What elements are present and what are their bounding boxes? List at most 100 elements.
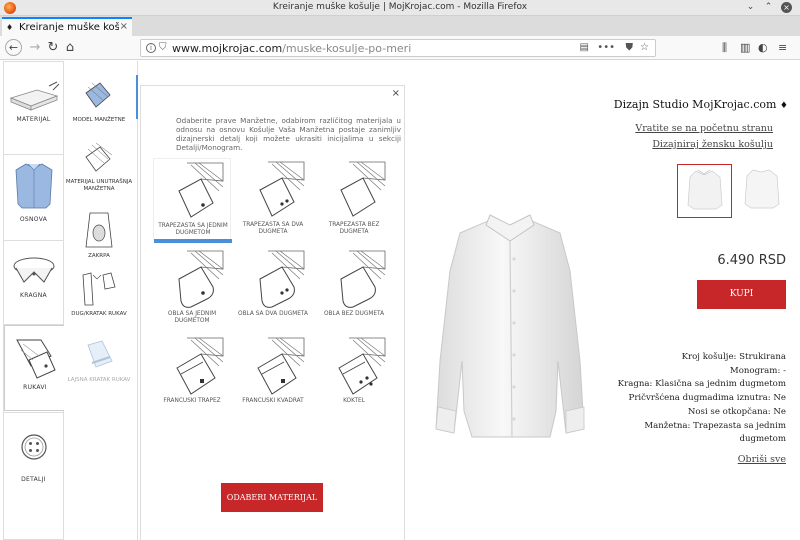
short-sleeve-trim-icon (87, 340, 113, 368)
tab-label: Kreiranje muške koš (19, 22, 119, 33)
info-icon[interactable]: i (146, 43, 156, 53)
home-button[interactable]: ⌂ (62, 40, 78, 56)
cuff-option[interactable]: FRANCUSKI KVADRAT (234, 334, 312, 416)
site-favicon-icon: ♦ (6, 23, 14, 32)
tab-active[interactable]: ♦ Kreiranje muške koš × (2, 17, 132, 36)
sidebar-toggle-icon[interactable]: ▥ (740, 41, 750, 54)
reader-view-icon[interactable]: ▤ (580, 42, 589, 53)
forward-button[interactable]: → (27, 40, 43, 56)
thumbnail-front[interactable] (677, 164, 732, 218)
subitem-sleeve-length[interactable]: DUG/KRATAK RUKAV (64, 271, 134, 318)
back-button[interactable]: ← (5, 39, 22, 56)
minimize-icon[interactable]: ⌄ (745, 2, 756, 13)
cuff-option[interactable]: TRAPEZASTA SA DVA DUGMETA (234, 158, 312, 240)
buy-button[interactable]: KUPI (697, 280, 786, 309)
spec-line: Kragna: Klasična sa jednim dugmetom (617, 379, 786, 390)
category-label: KRAGNA (20, 292, 47, 299)
cuff-option-label: FRANCUSKI KVADRAT (242, 398, 304, 404)
cuff-icon (259, 161, 305, 217)
cuff-icon (257, 337, 305, 395)
scrollbar-thumb[interactable] (136, 75, 138, 119)
women-shirt-link[interactable]: Dizajniraj žensku košulju (652, 139, 773, 150)
cuff-icon (178, 250, 224, 308)
cuff-option[interactable]: FRANCUSKI TRAPEZ (153, 334, 231, 416)
subitem-inner-cuff-fabric[interactable]: MATERIJAL UNUTRAŠNJA MANŽETNA (64, 141, 134, 193)
panel-close-icon[interactable]: × (392, 88, 400, 99)
button-icon (20, 434, 47, 460)
maximize-icon[interactable]: ⌃ (763, 2, 774, 13)
thumbnail-back[interactable] (735, 164, 790, 218)
reload-button[interactable]: ↻ (45, 40, 61, 56)
collar-icon (13, 257, 54, 283)
category-sidebar: MATERIJAL OSNOVA KRAGNA RUKAVI DETALJI (3, 61, 65, 540)
cuff-options-panel: × Odaberite prave Manžetne, odabirom raz… (140, 85, 405, 540)
url-text[interactable]: www.mojkrojac.com/muske-kosulje-po-meri (172, 42, 411, 55)
subitem-cuff-model[interactable]: MODEL MANŽETNE (64, 79, 134, 124)
extension-icon[interactable]: ◐ (758, 41, 768, 54)
cuff-icon (338, 337, 386, 395)
cuff-option-label: OBLA SA JEDNIM DUGMETOM (167, 311, 217, 324)
category-base[interactable]: OSNOVA (4, 160, 63, 232)
spec-line: Manžetna: Trapezasta sa jednim (644, 420, 786, 431)
subitem-label: DUG/KRATAK RUKAV (71, 311, 127, 317)
diamond-logo-icon: ♦ (779, 101, 788, 111)
spec-line: Nosi se otkopčana: Ne (687, 406, 786, 417)
spec-line: dugmetom (739, 434, 786, 445)
shirt-front-thumbnail-icon (687, 169, 723, 210)
page-content: MATERIJAL OSNOVA KRAGNA RUKAVI DETALJI M… (0, 61, 800, 540)
shirt-back-thumbnail-icon (744, 169, 780, 209)
subitem-label: ZAKRPA (88, 253, 110, 259)
cuff-icon (176, 337, 224, 395)
subitem-label: MATERIJAL UNUTRAŠNJA MANŽETNA (65, 179, 133, 192)
category-sleeves[interactable]: RUKAVI (4, 325, 65, 411)
cuff-option-label: TRAPEZASTA SA DVA DUGMETA (242, 222, 304, 235)
panel-description: Odaberite prave Manžetne, odabirom razli… (176, 116, 401, 152)
tab-bar: ♦ Kreiranje muške koš × + (0, 16, 800, 50)
pocket-icon[interactable]: ⛊ (626, 42, 634, 53)
category-collar[interactable]: KRAGNA (4, 252, 63, 312)
tab-close-icon[interactable]: × (120, 21, 128, 32)
divider (4, 412, 63, 413)
cuff-option[interactable]: OBLA SA DVA DUGMETA (234, 247, 312, 329)
url-bar[interactable]: i ⛉ www.mojkrojac.com/muske-kosulje-po-m… (140, 39, 656, 57)
cuff-option-label: OBLA BEZ DUGMETA (323, 311, 385, 317)
cuff-option[interactable]: OBLA SA JEDNIM DUGMETOM (153, 247, 231, 329)
page-actions-icon[interactable]: ••• (597, 42, 615, 53)
cuff-option[interactable]: KOKTEL (315, 334, 393, 416)
subitem-elbow-patch[interactable]: ZAKRPA (64, 211, 134, 260)
window-title: Kreiranje muške košulje | MojKrojac.com … (272, 2, 528, 12)
cuff-option-label: TRAPEZASTA BEZ DUGMETA (328, 222, 380, 235)
menu-icon[interactable]: ≡ (778, 41, 787, 54)
category-label: MATERIJAL (16, 116, 51, 123)
cuff-option-label: TRAPEZASTA SA JEDNIM DUGMETOM (158, 223, 228, 236)
category-label: OSNOVA (19, 216, 48, 223)
cuff-option[interactable]: TRAPEZASTA BEZ DUGMETA (315, 158, 393, 240)
spec-line: Kroj košulje: Strukirana (681, 352, 786, 362)
bookmark-star-icon[interactable]: ☆ (640, 42, 649, 53)
category-material[interactable]: MATERIJAL (4, 80, 63, 150)
subcategory-sidebar: MODEL MANŽETNE MATERIJAL UNUTRAŠNJA MANŽ… (64, 61, 138, 540)
cuff-option-label: OBLA SA DVA DUGMETA (238, 311, 308, 317)
sleeve-icon (16, 339, 56, 379)
clear-all-link[interactable]: Obriši sve (738, 454, 786, 465)
specification-list: Kroj košulje: Strukirana Monogram: - Kra… (586, 351, 786, 447)
studio-title: Dizajn Studio MojKrojac.com ♦ (613, 98, 788, 111)
divider (4, 240, 63, 241)
library-icon[interactable]: ⫼ (722, 41, 727, 55)
spec-line: Pričvršćena dugmadima iznutra: Ne (628, 393, 786, 404)
cuff-icon (340, 161, 386, 217)
cuff-option[interactable]: TRAPEZASTA SA JEDNIM DUGMETOM (153, 158, 232, 243)
shirt-preview-image (435, 214, 585, 438)
shirt-icon (15, 163, 52, 209)
fabric-icon (9, 81, 59, 111)
select-material-button[interactable]: ODABERI MATERIJAL (221, 483, 323, 512)
cuff-model-icon (85, 82, 111, 108)
close-window-icon[interactable]: × (781, 2, 792, 13)
window-titlebar: Kreiranje muške košulje | MojKrojac.com … (0, 0, 800, 16)
divider (4, 154, 63, 155)
shield-icon[interactable]: ⛉ (159, 42, 167, 53)
home-link[interactable]: Vratite se na početnu stranu (635, 123, 773, 134)
category-details[interactable]: DETALJI (4, 432, 63, 492)
category-label: RUKAVI (23, 384, 47, 391)
cuff-option[interactable]: OBLA BEZ DUGMETA (315, 247, 393, 329)
